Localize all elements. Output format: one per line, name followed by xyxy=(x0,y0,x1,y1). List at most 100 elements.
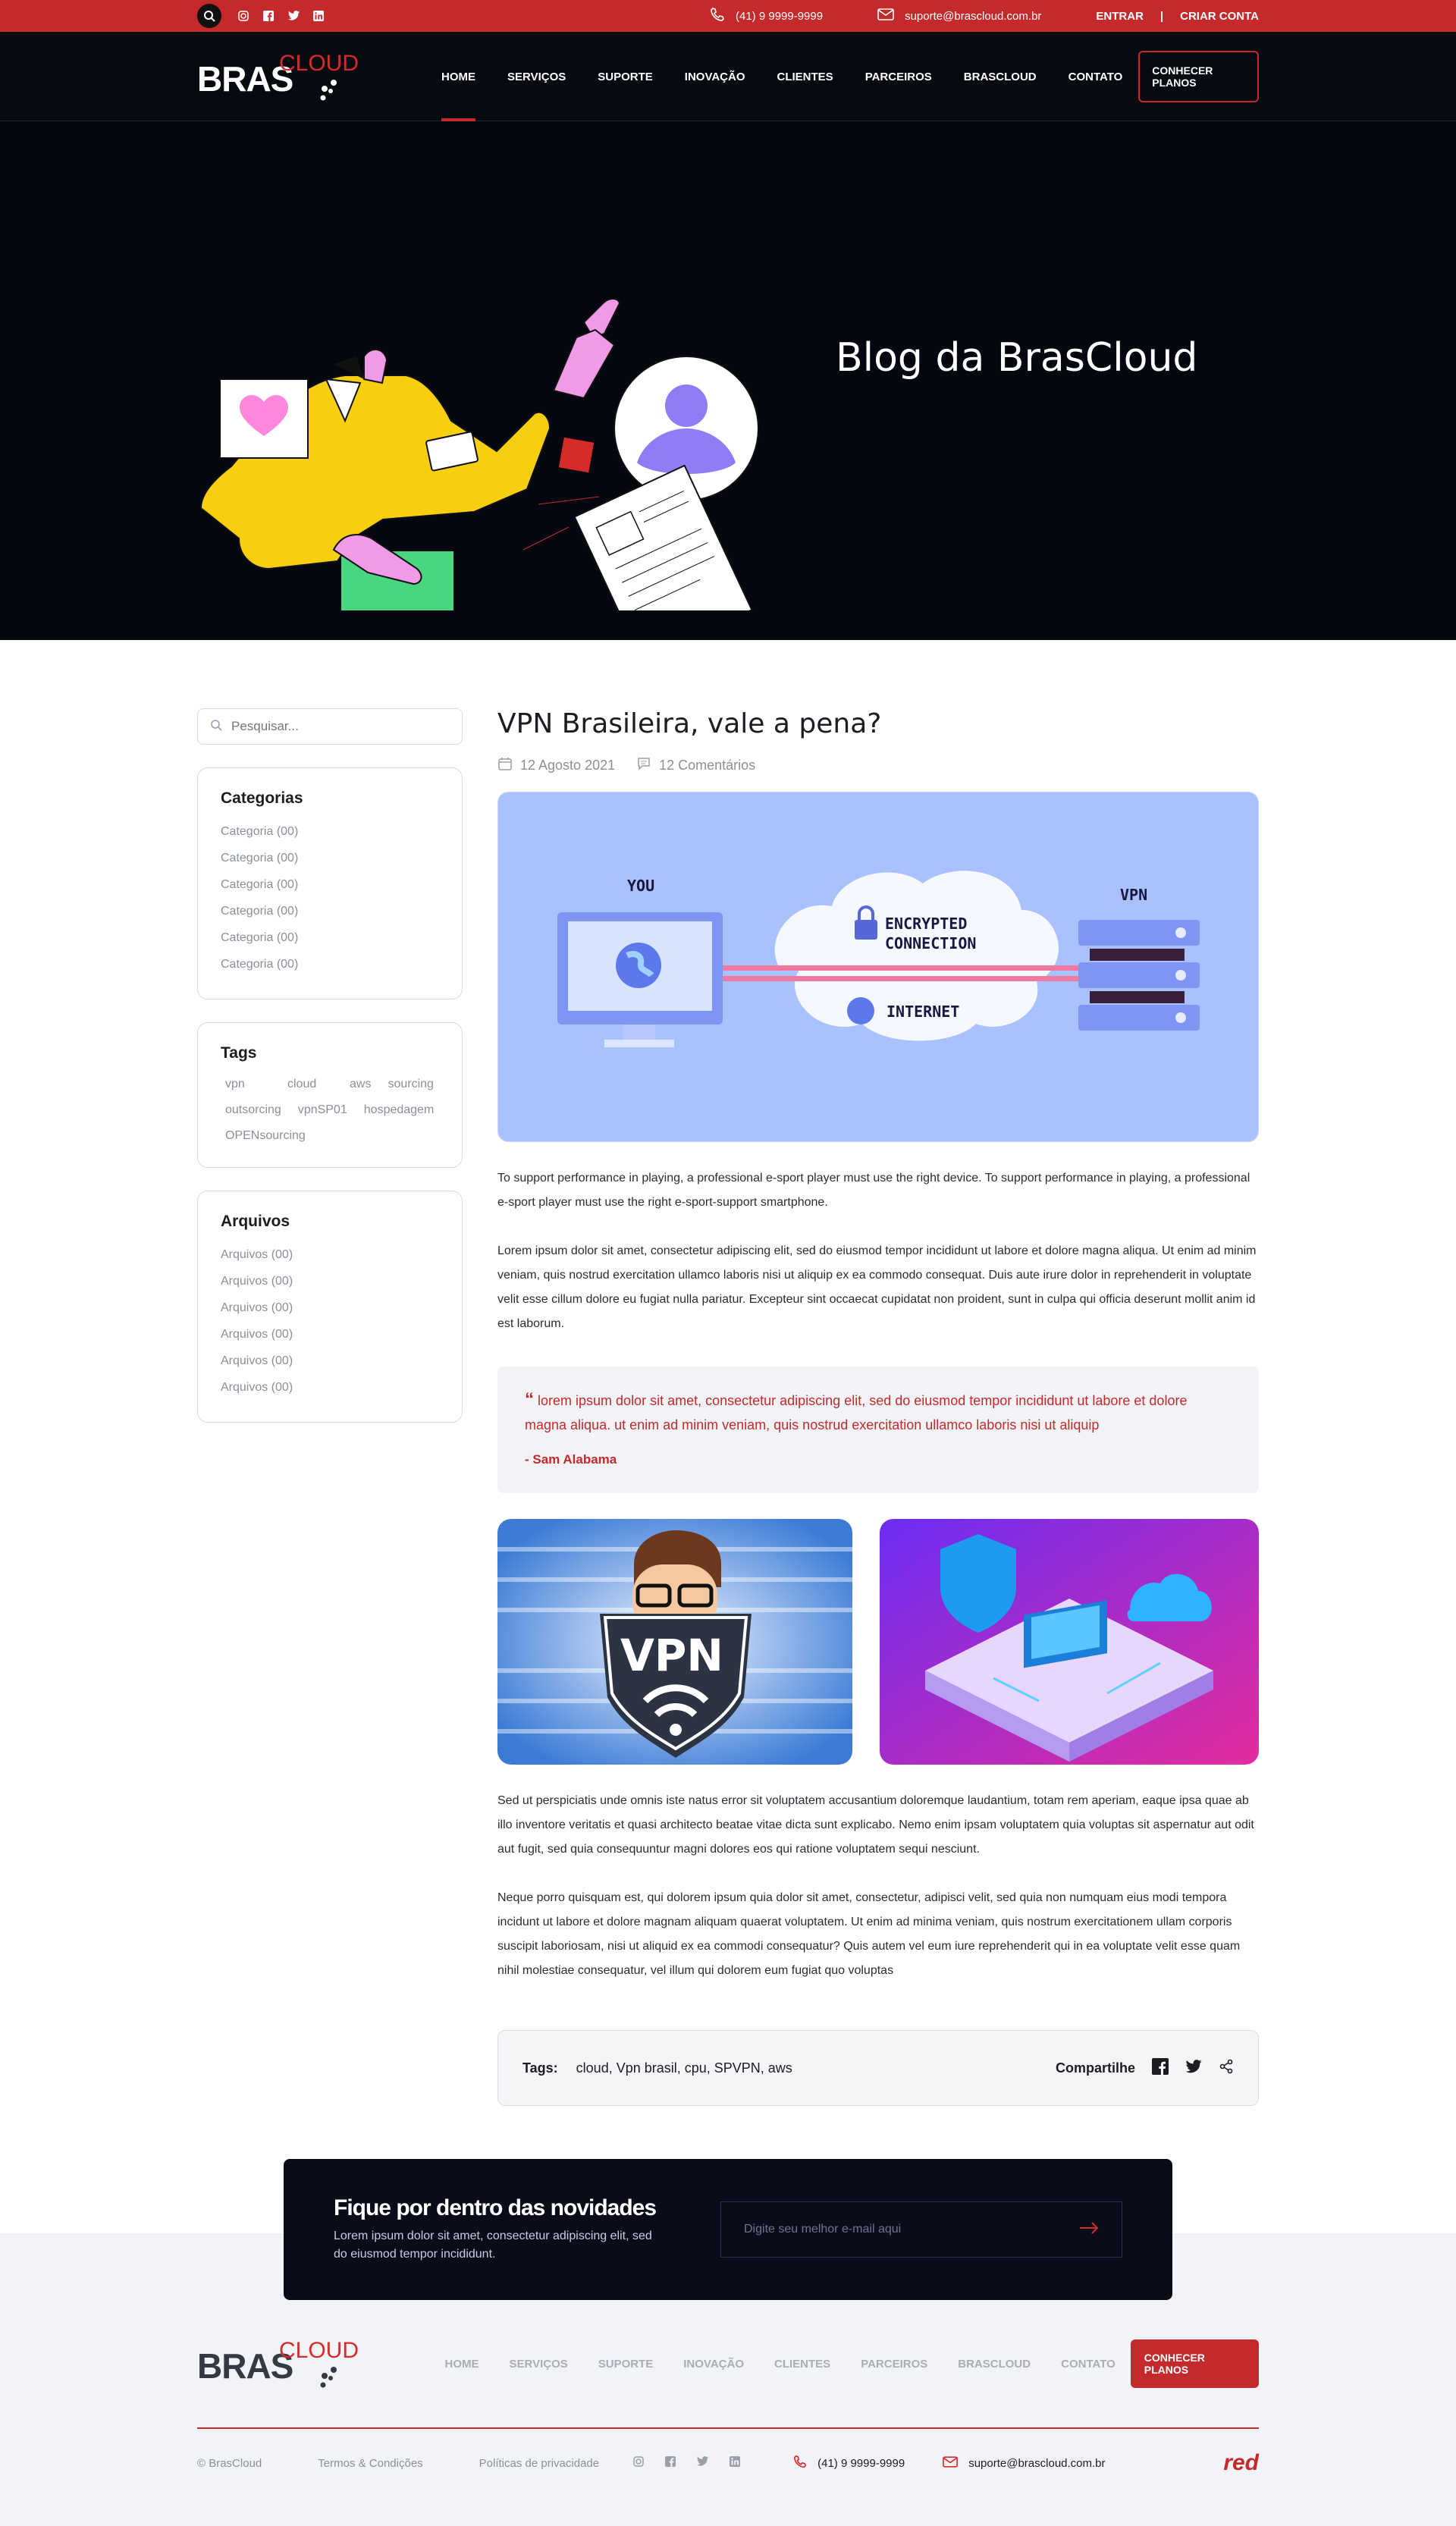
search-icon[interactable] xyxy=(197,4,221,28)
tags-title: Tags xyxy=(221,1044,257,1062)
tag-item[interactable]: vpn xyxy=(225,1078,271,1091)
linkedin-icon[interactable] xyxy=(313,10,325,22)
tag-item[interactable]: vpnSP01 xyxy=(298,1103,347,1117)
category-item[interactable]: Categoria (00) xyxy=(221,818,439,845)
tag-item[interactable]: sourcing xyxy=(388,1078,433,1091)
share-label: Compartilhe xyxy=(1055,2060,1135,2076)
facebook-share-icon[interactable] xyxy=(1152,2057,1169,2079)
facebook-icon[interactable] xyxy=(263,10,275,22)
post-paragraph: Sed ut perspiciatis unde omnis iste natu… xyxy=(497,1794,1254,1856)
newsletter-email-input[interactable]: Digite seu melhor e-mail aqui xyxy=(720,2201,1122,2258)
hero-title: Blog da BrasCloud xyxy=(836,335,1198,381)
search-input[interactable] xyxy=(231,719,428,734)
archives-title: Arquivos xyxy=(221,1213,290,1230)
newsletter-text: Lorem ipsum dolor sit amet, consectetur … xyxy=(334,2229,652,2261)
linkedin-icon[interactable] xyxy=(730,2456,741,2470)
footer-logo[interactable]: BRAS CLOUD xyxy=(197,2333,359,2394)
post-tags-list: cloud, Vpn brasil, cpu, SPVPN, aws xyxy=(576,2060,792,2076)
main-header: BRAS CLOUD HOME SERVIÇOS SUPORTE INOVAÇÃ… xyxy=(0,32,1456,121)
nav-clientes[interactable]: CLIENTES xyxy=(761,32,849,121)
nav-contato[interactable]: CONTATO xyxy=(1053,32,1139,121)
tag-item[interactable]: cloud xyxy=(287,1078,333,1091)
nav-inovacao[interactable]: INOVAÇÃO xyxy=(669,32,761,121)
nav-home[interactable]: HOME xyxy=(425,32,491,121)
category-item[interactable]: Categoria (00) xyxy=(221,924,439,951)
footer-nav-servicos[interactable]: SERVIÇOS xyxy=(494,2358,583,2371)
share-icon[interactable] xyxy=(1219,2059,1234,2078)
footer-nav-clientes[interactable]: CLIENTES xyxy=(759,2358,846,2371)
logo-cloud-text: CLOUD xyxy=(279,51,359,76)
twitter-icon[interactable] xyxy=(697,2456,709,2470)
signup-link[interactable]: CRIAR CONTA xyxy=(1180,10,1259,23)
post-comments[interactable]: 12 Comentários xyxy=(636,756,755,775)
nav-servicos[interactable]: SERVIÇOS xyxy=(491,32,582,121)
post-paragraph: Lorem ipsum dolor sit amet, consectetur … xyxy=(497,1244,1257,1330)
sidebar: Categorias Categoria (00) Categoria (00)… xyxy=(197,708,463,2106)
footer-email[interactable]: suporte@brascloud.com.br xyxy=(943,2455,1106,2471)
category-item[interactable]: Categoria (00) xyxy=(221,871,439,898)
quote-text: lorem ipsum dolor sit amet, consectetur … xyxy=(525,1393,1188,1432)
search-icon xyxy=(210,719,222,735)
footer-nav-parceiros[interactable]: PARCEIROS xyxy=(846,2358,943,2371)
archive-item[interactable]: Arquivos (00) xyxy=(221,1241,439,1268)
tags-label: Tags: xyxy=(522,2060,558,2076)
quote-mark: “ xyxy=(525,1389,534,1410)
category-item[interactable]: Categoria (00) xyxy=(221,845,439,871)
footer-plans-button[interactable]: CONHECER PLANOS xyxy=(1130,2339,1259,2388)
hero-illustration xyxy=(199,298,759,610)
header-plans-button[interactable]: CONHECER PLANOS xyxy=(1138,51,1259,102)
categories-card: Categorias Categoria (00) Categoria (00)… xyxy=(197,767,463,999)
tag-item[interactable]: aws xyxy=(350,1078,371,1091)
quote-author: - Sam Alabama xyxy=(525,1452,617,1467)
twitter-icon[interactable] xyxy=(288,10,300,22)
post-paragraph: Neque porro quisquam est, qui dolorem ip… xyxy=(497,1891,1241,1977)
footer-social-links xyxy=(633,2456,741,2470)
phone-icon xyxy=(710,7,725,25)
footer-nav-contato[interactable]: CONTATO xyxy=(1046,2358,1131,2371)
post-main: VPN Brasileira, vale a pena? 12 Agosto 2… xyxy=(497,708,1259,2106)
archive-item[interactable]: Arquivos (00) xyxy=(221,1374,439,1401)
tag-item[interactable]: outsorcing xyxy=(225,1103,281,1117)
footer-nav-home[interactable]: HOME xyxy=(430,2358,494,2371)
archive-item[interactable]: Arquivos (00) xyxy=(221,1321,439,1348)
copyright: © BrasCloud xyxy=(197,2456,262,2470)
nav-brascloud[interactable]: BRASCLOUD xyxy=(948,32,1053,121)
footer-nav-suporte[interactable]: SUPORTE xyxy=(583,2358,669,2371)
archive-item[interactable]: Arquivos (00) xyxy=(221,1294,439,1321)
tag-item[interactable]: OPENsourcing xyxy=(225,1129,306,1143)
facebook-icon[interactable] xyxy=(665,2456,676,2470)
footer-nav-brascloud[interactable]: BRASCLOUD xyxy=(943,2358,1046,2371)
category-item[interactable]: Categoria (00) xyxy=(221,951,439,977)
instagram-icon[interactable] xyxy=(238,10,249,22)
archives-card: Arquivos Arquivos (00) Arquivos (00) Arq… xyxy=(197,1191,463,1423)
nav-suporte[interactable]: SUPORTE xyxy=(582,32,669,121)
footer-nav-inovacao[interactable]: INOVAÇÃO xyxy=(668,2358,759,2371)
post-images: VPN xyxy=(497,1519,1259,1765)
diagram-encrypted-label: ENCRYPTED xyxy=(885,915,967,933)
top-separator: | xyxy=(1159,9,1164,23)
footer-phone[interactable]: (41) 9 9999-9999 xyxy=(793,2455,905,2471)
brand-logo[interactable]: BRAS CLOUD xyxy=(197,46,359,107)
top-email[interactable]: suporte@brascloud.com.br xyxy=(877,8,1041,24)
top-bar: (41) 9 9999-9999 suporte@brascloud.com.b… xyxy=(0,0,1456,32)
calendar-icon xyxy=(497,756,513,775)
logo-cloud-text: CLOUD xyxy=(279,2338,359,2363)
newsletter-box: Fique por dentro das novidades Lorem ips… xyxy=(284,2159,1172,2300)
login-link[interactable]: ENTRAR xyxy=(1096,10,1144,23)
category-item[interactable]: Categoria (00) xyxy=(221,898,439,924)
top-phone[interactable]: (41) 9 9999-9999 xyxy=(710,7,823,25)
archive-item[interactable]: Arquivos (00) xyxy=(221,1268,439,1294)
archive-item[interactable]: Arquivos (00) xyxy=(221,1348,439,1374)
instagram-icon[interactable] xyxy=(633,2456,644,2470)
logo-mark-icon xyxy=(320,80,337,101)
tag-item[interactable]: hospedagem xyxy=(364,1103,435,1117)
terms-link[interactable]: Termos & Condições xyxy=(318,2457,422,2470)
hero-banner: Blog da BrasCloud xyxy=(0,121,1456,640)
mail-icon xyxy=(943,2455,959,2471)
nav-parceiros[interactable]: PARCEIROS xyxy=(849,32,948,121)
privacy-link[interactable]: Políticas de privacidade xyxy=(479,2457,599,2470)
post-date: 12 Agosto 2021 xyxy=(497,756,615,775)
diagram-vpn-label: VPN xyxy=(1120,886,1147,904)
twitter-share-icon[interactable] xyxy=(1185,2059,1202,2077)
arrow-right-icon[interactable] xyxy=(1079,2221,1099,2238)
